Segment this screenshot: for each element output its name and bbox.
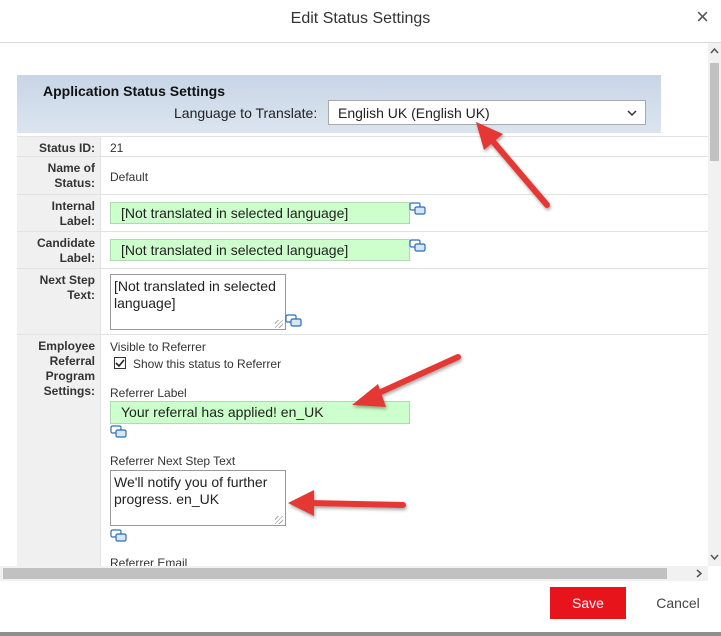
close-icon[interactable]: ×: [696, 4, 709, 30]
next-step-text-label: Next Step Text:: [17, 269, 101, 335]
name-of-status-label: Name of Status:: [17, 157, 101, 195]
referrer-next-step-title: Referrer Next Step Text: [110, 454, 236, 468]
horizontal-scrollbar[interactable]: [0, 566, 708, 581]
bottom-border: [0, 632, 721, 636]
resize-grip-icon[interactable]: [275, 516, 283, 524]
language-select-value: English UK (English UK): [338, 105, 490, 121]
next-step-text-area[interactable]: [Not translated in selected language]: [110, 274, 286, 330]
name-of-status-value: Default: [110, 170, 149, 184]
translate-bubble-icon[interactable]: [285, 314, 303, 328]
dialog-content: Application Status Settings Language to …: [0, 43, 708, 566]
language-select[interactable]: English UK (English UK): [328, 100, 646, 125]
row-status-id: Status ID: 21: [17, 136, 708, 156]
candidate-label-label: Candidate Label:: [17, 232, 101, 269]
referrer-next-step-area[interactable]: We'll notify you of further progress. en…: [110, 470, 286, 526]
translate-bubble-icon[interactable]: [409, 239, 427, 253]
dialog-footer: Save Cancel: [0, 581, 721, 636]
horizontal-scroll-thumb[interactable]: [3, 568, 667, 579]
employee-referral-label: Employee Referral Program Settings:: [17, 335, 101, 566]
section-title: Application Status Settings: [43, 83, 226, 99]
internal-label-label: Internal Label:: [17, 195, 101, 232]
candidate-label-input[interactable]: [Not translated in selected language]: [110, 239, 410, 261]
referrer-label-input[interactable]: Your referral has applied! en_UK: [110, 401, 410, 424]
language-label: Language to Translate:: [174, 105, 318, 121]
referrer-email-title: Referrer Email: [110, 556, 188, 566]
save-button[interactable]: Save: [550, 587, 626, 619]
row-employee-referral: Employee Referral Program Settings: Visi…: [17, 334, 708, 566]
translate-bubble-icon[interactable]: [110, 425, 128, 439]
vertical-scrollbar[interactable]: [708, 43, 721, 566]
checkbox-checked-icon: [115, 359, 125, 368]
row-next-step-text: Next Step Text: [Not translated in select…: [17, 268, 708, 335]
dialog-title: Edit Status Settings: [290, 10, 431, 27]
vertical-scroll-thumb[interactable]: [710, 63, 719, 161]
translate-bubble-icon[interactable]: [110, 529, 128, 543]
translate-bubble-icon[interactable]: [409, 202, 427, 216]
internal-label-input[interactable]: [Not translated in selected language]: [110, 202, 410, 224]
visible-to-referrer-heading: Visible to Referrer: [110, 340, 206, 354]
status-id-value: 21: [110, 141, 124, 155]
resize-grip-icon[interactable]: [275, 320, 283, 328]
dialog-title-bar: Edit Status Settings ×: [0, 0, 721, 43]
row-internal-label: Internal Label: [Not translated in select…: [17, 194, 708, 232]
section-header: Application Status Settings Language to …: [17, 75, 661, 133]
referrer-label-title: Referrer Label: [110, 386, 187, 400]
row-name-of-status: Name of Status: Default: [17, 156, 708, 195]
row-candidate-label: Candidate Label: [Not translated in selec…: [17, 231, 708, 269]
cancel-button[interactable]: Cancel: [648, 587, 708, 619]
status-id-label: Status ID:: [17, 137, 101, 156]
show-to-referrer-label: Show this status to Referrer: [133, 357, 282, 371]
scroll-down-icon[interactable]: [710, 553, 719, 561]
show-to-referrer-checkbox[interactable]: [114, 357, 126, 369]
scroll-up-icon[interactable]: [710, 47, 719, 55]
scroll-right-icon[interactable]: [695, 569, 703, 578]
chevron-down-icon: [627, 101, 637, 136]
